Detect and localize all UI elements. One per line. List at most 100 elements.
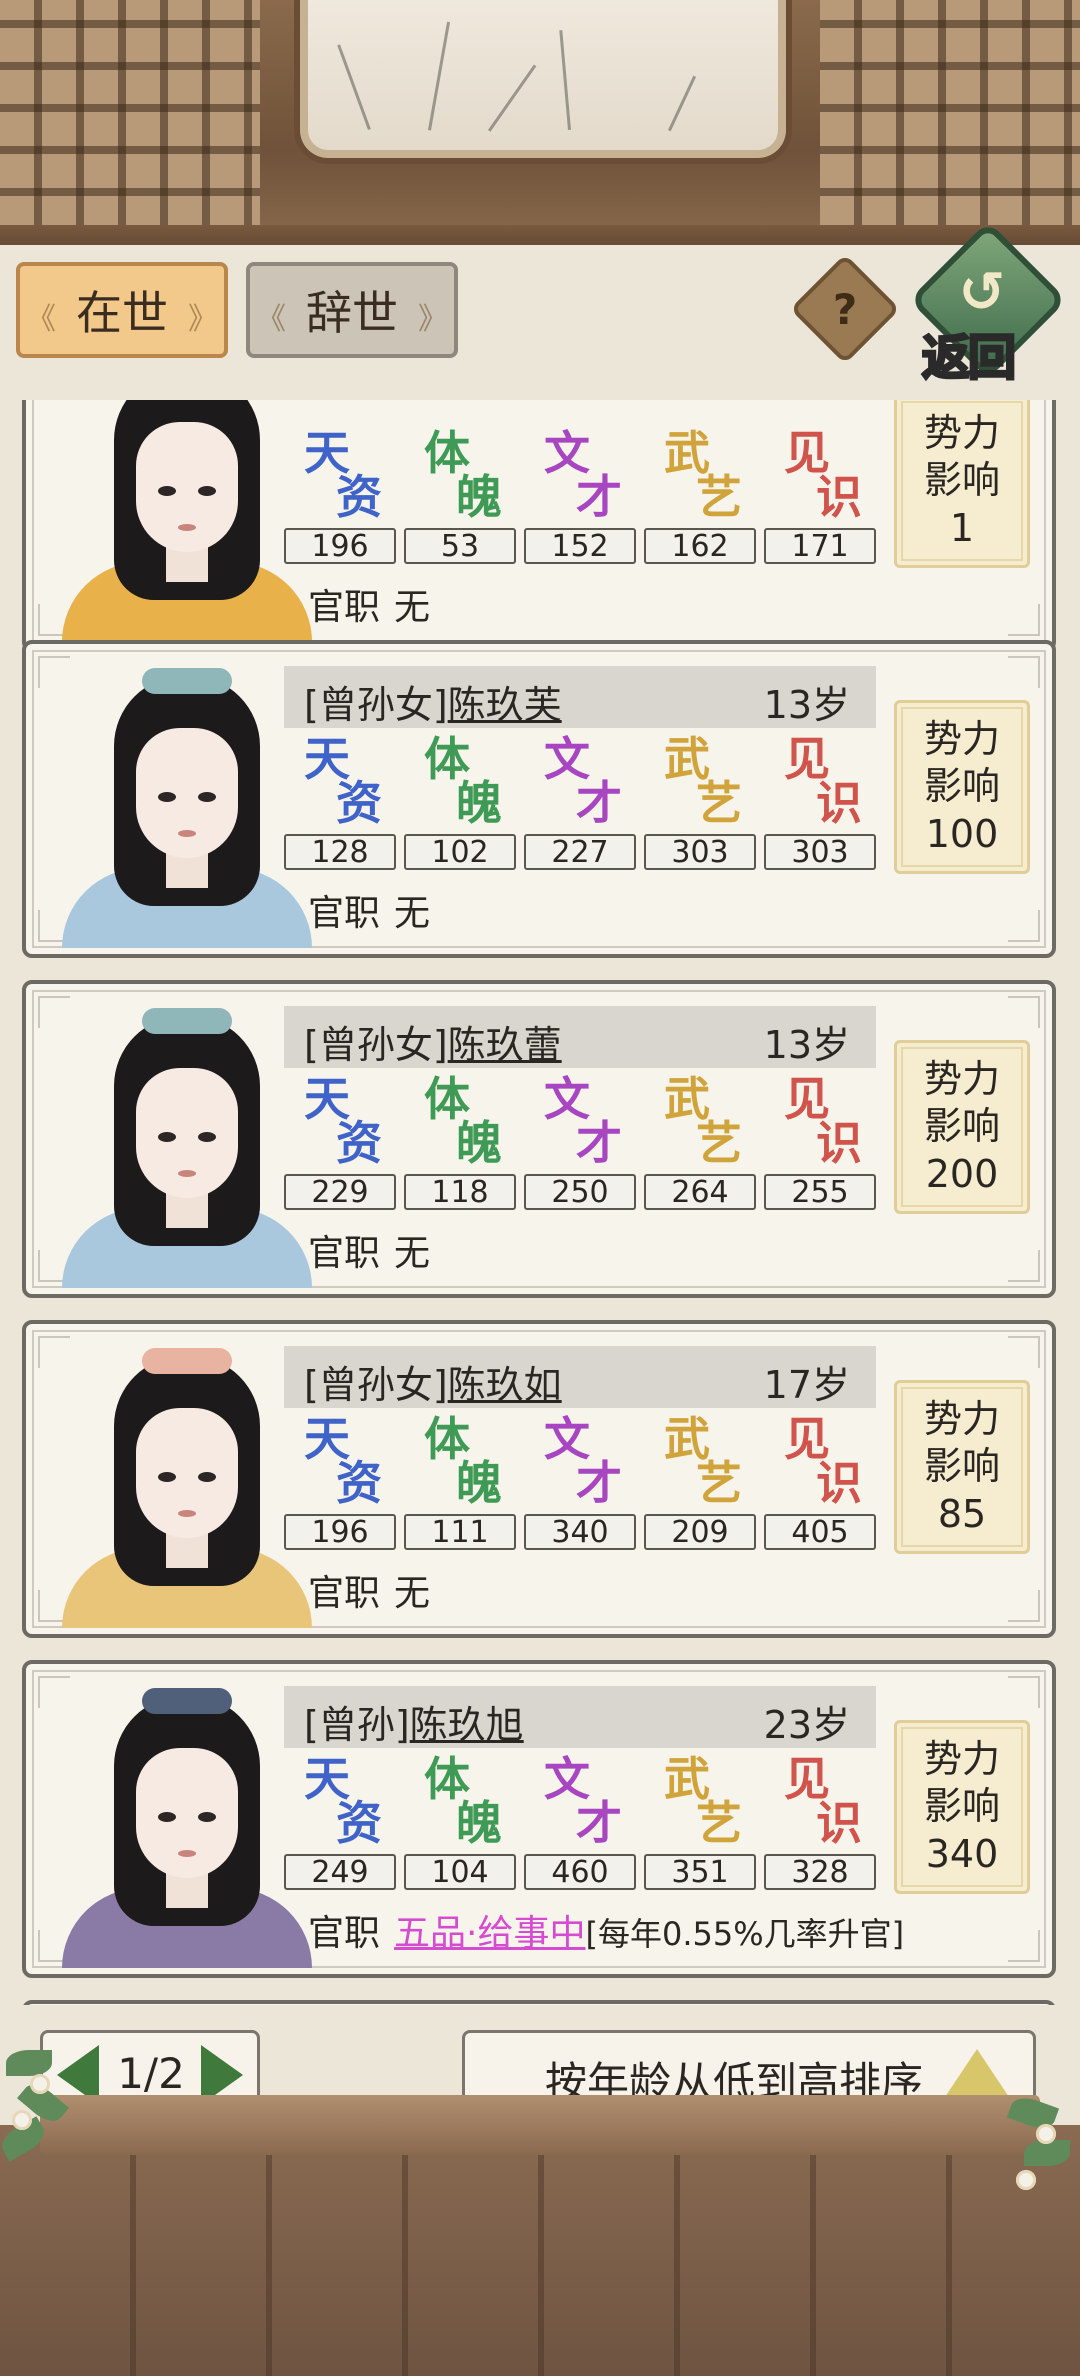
stat-label-char: 魄 [456,1796,502,1850]
card-corner-ornament [1008,1250,1040,1282]
stat-0: 天资 249 [284,1756,396,1892]
return-arrow-icon: ↺ [958,259,1006,325]
office-line: 官职无 [308,884,430,936]
card-corner-ornament [1008,1930,1040,1962]
avatar [52,998,322,1288]
member-age: 17岁 [763,1363,850,1407]
avatar [52,658,322,948]
stat-value: 340 [524,1514,636,1550]
stat-value: 264 [644,1174,756,1210]
influence-box: 势力 影响 85 [894,1380,1030,1554]
member-name: [曾孙女]陈玖如 [304,1354,562,1409]
influence-value: 85 [937,1491,987,1536]
member-list[interactable]: 天资 196 体魄 53 文才 152 武艺 162 见识 171 势力 影响 1 官职无 [曾孙女]陈玖芙… [0,400,1080,2005]
stat-value: 53 [404,528,516,564]
stat-value: 460 [524,1854,636,1890]
avatar [52,1678,322,1968]
avatar-eye [198,1132,216,1142]
window-lattice-right [820,0,1080,240]
stat-value: 196 [284,528,396,564]
stat-value: 162 [644,528,756,564]
member-name-bar: [曾孙女]陈玖蕾 13岁 [284,1006,876,1068]
plant-left-icon [0,2040,80,2162]
member-age: 13岁 [763,1023,850,1067]
member-name-link[interactable]: 陈玖芙 [448,683,562,727]
stat-3: 武艺 264 [644,1076,756,1212]
stat-label-char: 才 [576,1116,622,1170]
avatar-eye [198,1472,216,1482]
stat-value: 351 [644,1854,756,1890]
member-card[interactable]: [曾孙]陈玖旭 23岁天资 249 体魄 104 文才 460 武艺 351 见识 328 势力 影响 3… [22,1660,1056,1978]
influence-label: 影响 [923,1784,1000,1829]
influence-value: 340 [925,1831,999,1876]
member-age: 23岁 [763,1703,850,1747]
avatar-face [136,1748,238,1878]
stat-value: 405 [764,1514,876,1550]
member-name: [曾孙]陈玖旭 [304,1694,524,1749]
avatar-eye [198,486,216,496]
avatar-lip [178,1510,196,1517]
influence-label: 影响 [923,1104,1000,1149]
member-name-link[interactable]: 陈玖旭 [410,1703,524,1747]
member-card[interactable]: 天资 196 体魄 53 文才 152 武艺 162 见识 171 势力 影响 1 官职无 [22,400,1056,652]
stat-label-char: 识 [816,470,862,524]
stat-label-char: 识 [816,1456,862,1510]
tab-alive[interactable]: 《 在世 》 [16,262,228,358]
influence-label: 势力 [923,716,1000,761]
stat-2: 文才 227 [524,736,636,872]
member-name-bar: [曾孙女]陈玖芙 13岁 [284,666,876,728]
influence-box: 势力 影响 1 [894,400,1030,568]
member-name-link[interactable]: 陈玖如 [448,1363,562,1407]
member-name-link[interactable]: 陈玖蕾 [448,1023,562,1067]
stat-label-char: 魄 [456,776,502,830]
tab-deceased[interactable]: 《 辞世 》 [246,262,458,358]
influence-value: 1 [949,505,975,550]
stat-label-char: 艺 [696,1116,742,1170]
question-mark-icon: ? [832,284,858,334]
stat-label-char: 识 [816,1796,862,1850]
influence-box: 势力 影响 340 [894,1720,1030,1894]
member-name-bar: [曾孙]陈玖旭 23岁 [284,1686,876,1748]
stat-label-char: 艺 [696,1456,742,1510]
office-value: 无 [394,587,431,628]
avatar-eye [158,486,176,496]
avatar-face [136,1068,238,1198]
stat-label-char: 资 [336,1456,382,1510]
member-card[interactable]: [曾孙女]陈玖芙 13岁天资 128 体魄 102 文才 227 武艺 303 见识 303 势力 影响… [22,640,1056,958]
member-card[interactable]: [曾孙女]陈玖蕾 13岁天资 229 体魄 118 文才 250 武艺 264 见识 255 势力 影响… [22,980,1056,1298]
chevron-left-icon: 《 [256,302,286,337]
stat-label-char: 资 [336,1796,382,1850]
back-button[interactable]: ↺ 返回 [908,220,1068,388]
stat-value: 128 [284,834,396,870]
stat-value: 227 [524,834,636,870]
influence-box: 势力 影响 100 [894,700,1030,874]
avatar-eye [158,1812,176,1822]
influence-label: 势力 [923,1396,1000,1441]
avatar-eye [158,1472,176,1482]
tab-alive-label: 在世 [76,286,168,340]
card-corner-ornament [1008,656,1040,688]
stat-0: 天资 229 [284,1076,396,1212]
stat-2: 文才 152 [524,430,636,566]
avatar-face [136,728,238,858]
chevron-right-icon: 》 [188,302,218,337]
member-relation: [曾孙女] [304,683,448,727]
member-age: 13岁 [763,683,850,727]
influence-label: 影响 [923,764,1000,809]
card-corner-ornament [1008,1336,1040,1368]
influence-label: 影响 [923,1444,1000,1489]
office-label: 官职 [308,1233,381,1274]
stat-1: 体魄 53 [404,430,516,566]
office-value: 无 [394,1573,431,1614]
stat-value: 104 [404,1854,516,1890]
office-label: 官职 [308,893,381,934]
avatar-eye [198,792,216,802]
stat-label-char: 资 [336,776,382,830]
member-name: [曾孙女]陈玖芙 [304,674,562,729]
window-lattice-left [0,0,260,240]
office-rank-link[interactable]: 五品·给事中 [394,1913,585,1954]
stat-label-char: 魄 [456,1116,502,1170]
member-card[interactable]: [曾孙女]陈玖如 17岁天资 196 体魄 111 文才 340 武艺 209 见识 405 势力 影响… [22,1320,1056,1638]
member-name: [曾孙女]陈玖蕾 [304,1014,562,1069]
chevron-right-icon: 》 [418,302,448,337]
